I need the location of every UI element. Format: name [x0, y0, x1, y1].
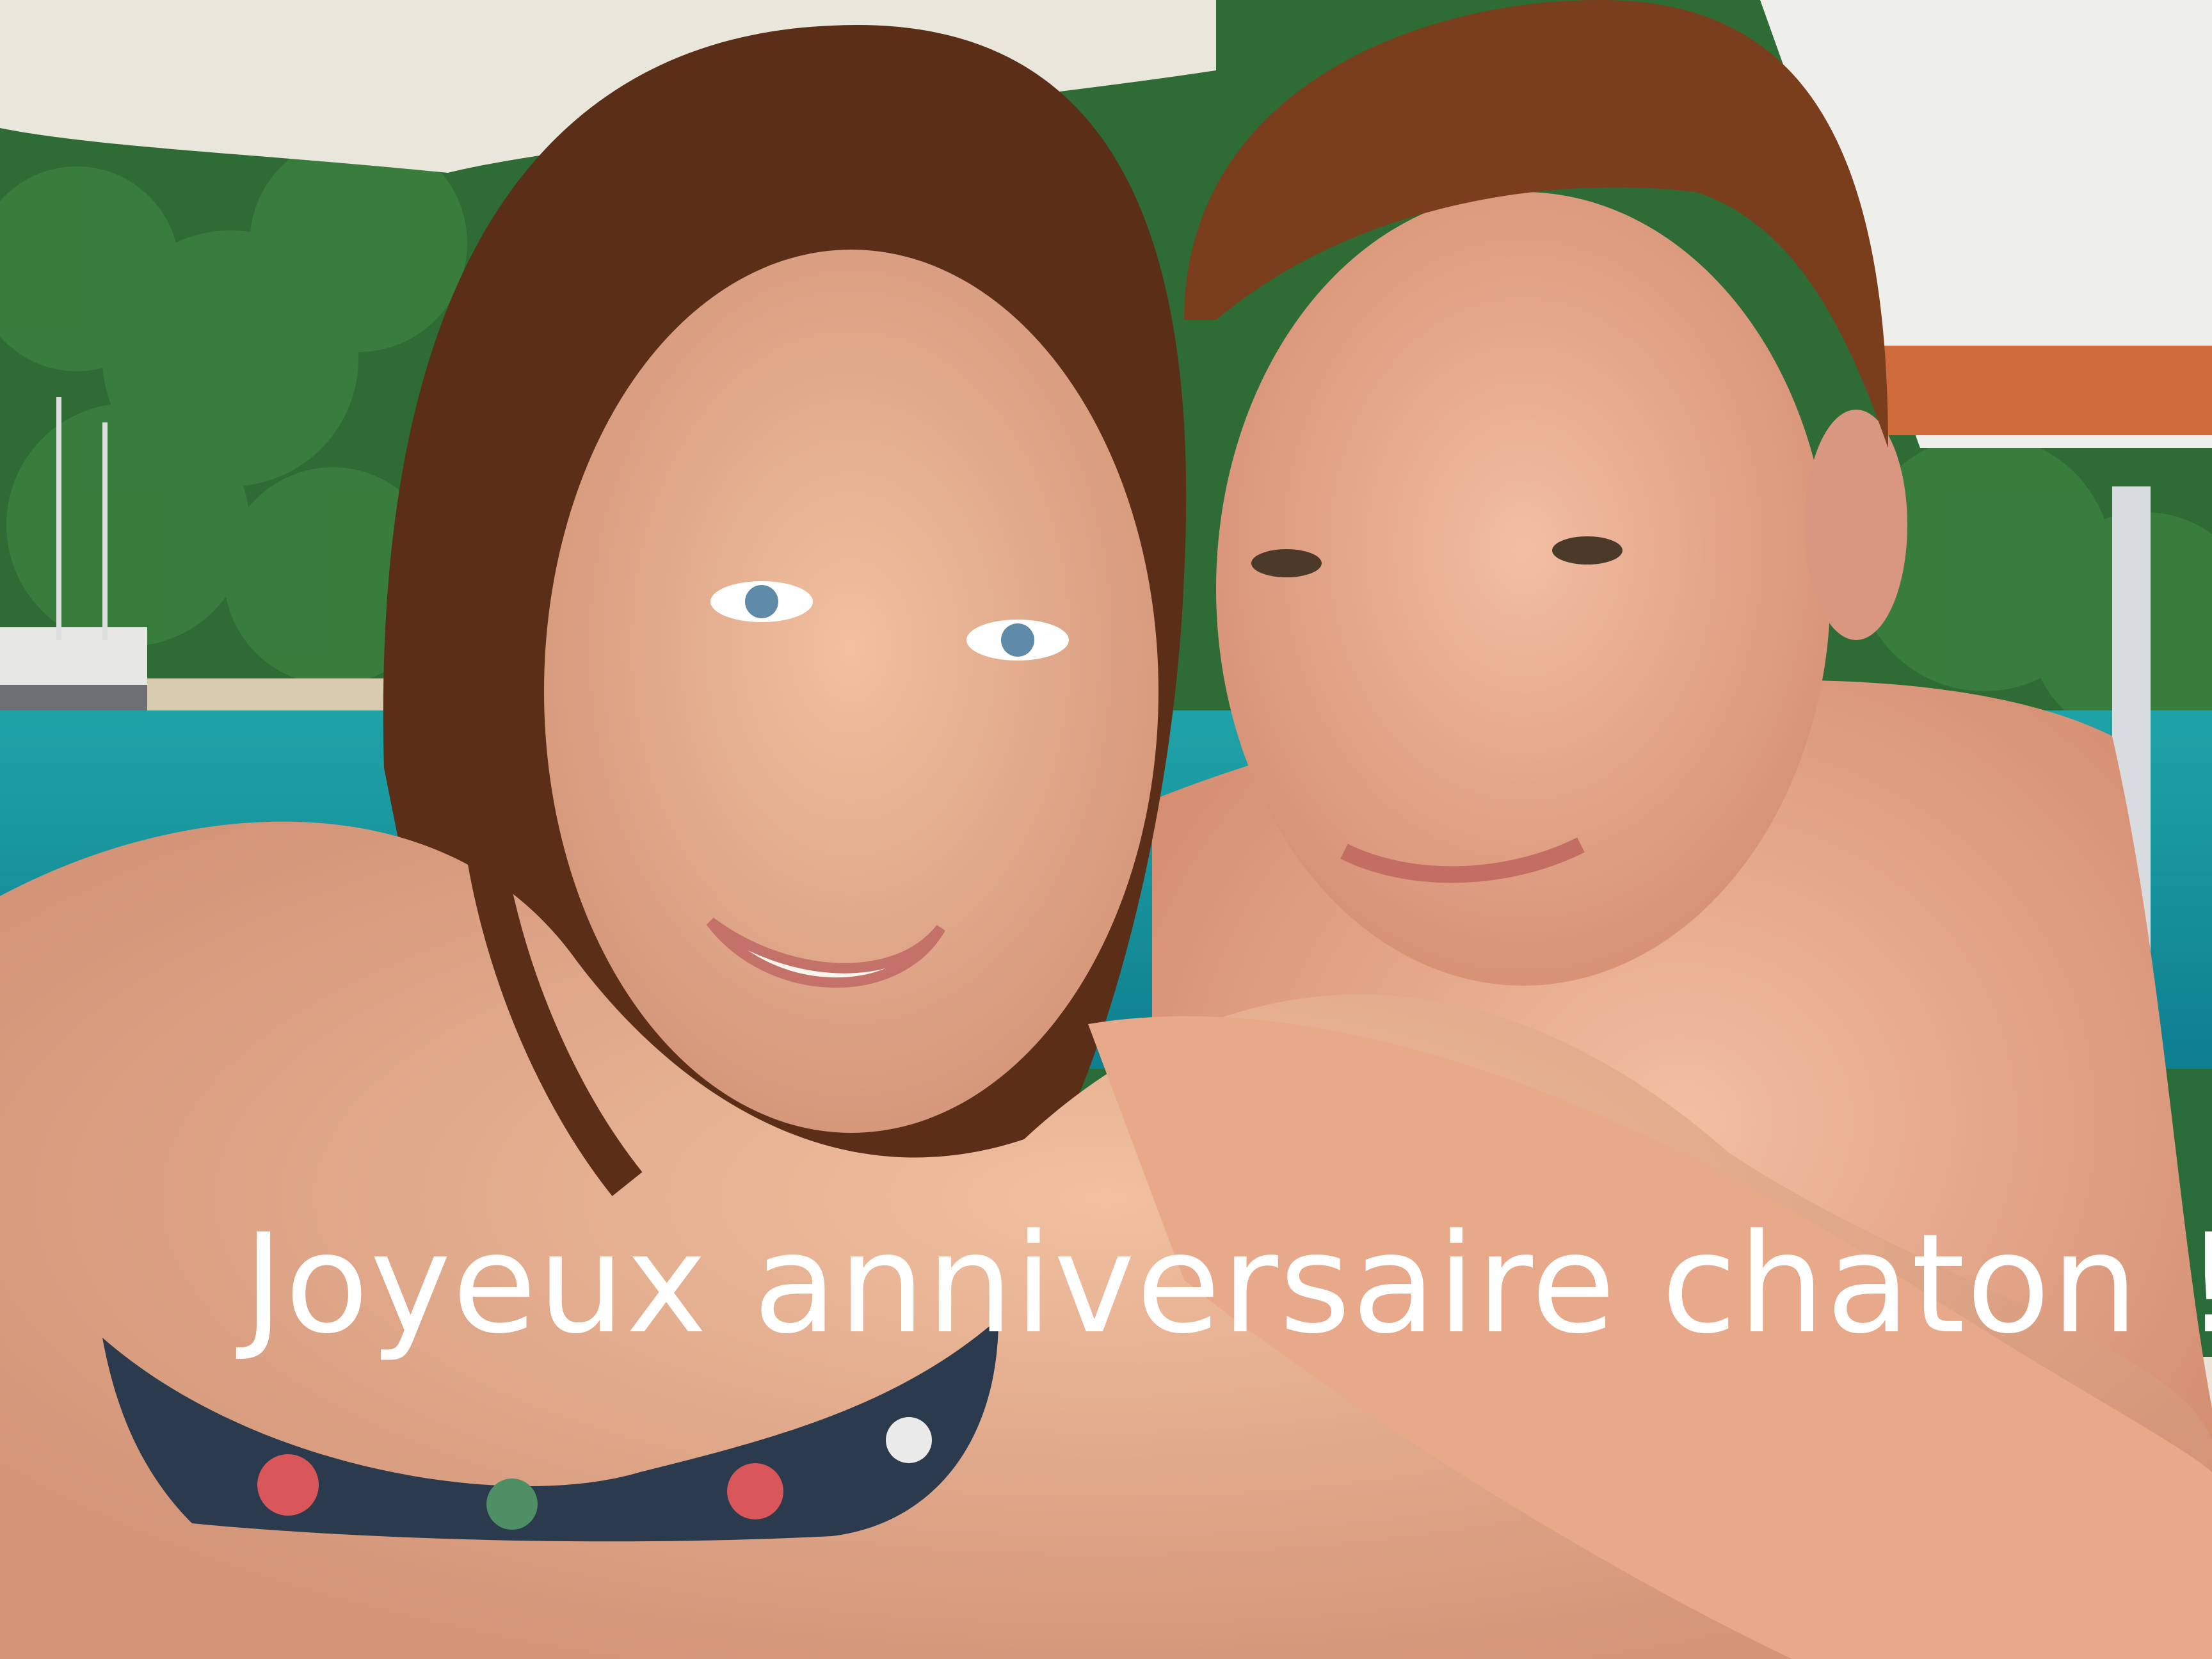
- birthday-caption: Joyeux anniversaire chaton !: [243, 1205, 2212, 1364]
- beach: [141, 678, 410, 710]
- photo: [0, 0, 2212, 1659]
- woman-face: [544, 250, 1158, 1133]
- man-ear: [1805, 410, 1907, 640]
- canopy-orange-trim: [1882, 346, 2212, 435]
